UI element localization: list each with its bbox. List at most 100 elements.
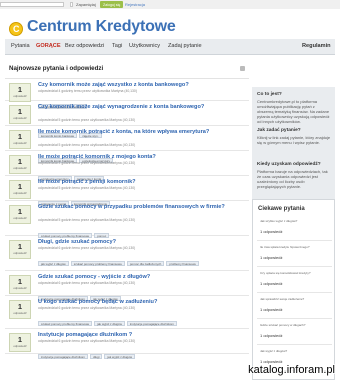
site-title[interactable]: Centrum Kredytowe [27,18,176,36]
answer-count-label: odpowiedź [13,191,27,195]
question-meta: odpowiedział 6 godzin temu przez użytkow… [38,281,136,285]
answer-count-label: odpowiedź [13,286,27,290]
question-meta: odpowiedział 6 godzin temu przez użytkow… [38,246,136,250]
nav-item-uzytkownicy[interactable]: Użytkownicy [129,43,160,49]
popular-question-item[interactable]: Ile trwa spłata kredytu hipotecznego? 1 o… [257,243,332,267]
question-title-link[interactable]: Ile może potrącić z pensji komornik? [38,179,243,186]
nav-item-regulamin[interactable]: Regulamin [302,43,331,49]
sidebar: Co to jest? Centrumkredytowe.pl to platf… [252,87,335,380]
popular-question-item[interactable]: Jak szybko wyjść z długów? 1 odpowiedź [257,217,332,241]
popular-answer-count: 1 odpowiedź [260,281,283,286]
popular-question-link[interactable]: Czy opłaca się konsolidować kredyty? [260,271,311,275]
popular-answer-count: 1 odpowiedź [260,229,283,234]
question-row: 1 odpowiedź Czy komornik może zająć wynagr… [5,101,249,138]
tag[interactable]: jak wyjść z długów [38,261,69,266]
popular-question-link[interactable]: Jak wyjść z długów? [260,349,287,353]
popular-question-item[interactable]: Czy opłaca się konsolidować kredyty? 1 od… [257,269,332,293]
page-title: Najnowsze pytania i odpowiedzi [9,65,104,72]
popular-question-link[interactable]: Jak sprawdzić swoje zadłużenie? [260,297,304,301]
question-meta: odpowiedział 5 godzin temu przez użytkow… [38,118,136,122]
tag[interactable]: szukać pomocy problemy finansowe [38,321,93,326]
question-title-link[interactable]: Gdzie szukać pomocy w przypadku problemó… [38,204,243,211]
answer-count: 1 [17,107,23,116]
answer-count-label: odpowiedź [13,141,27,145]
popular-questions-box: Ciekawe pytania Jak szybko wyjść z długó… [252,199,335,380]
question-title-link[interactable]: Gdzie szukać pomocy - wyjście z długów? [38,274,243,281]
question-row: 1 odpowiedź Gdzie szukać pomocy w przypadk… [5,201,249,238]
answer-count-badge: 1 odpowiedź [9,130,31,149]
tag[interactable]: szukać pomocy problemy finansowe [70,261,125,266]
tag[interactable]: instytucje pomagające dłużnikom [38,354,89,359]
question-title-link[interactable]: Instytucje pomagające dłużnikom ? [38,332,243,339]
watermark: katalog.inforam.pl [248,364,335,376]
popular-question-link[interactable]: Gdzie szukać pomocy w długach? [260,323,305,327]
nav-item-gorace[interactable]: GORĄCE [36,43,61,49]
question-title-link[interactable]: Ile może potrącić komornik z mojego kont… [38,154,243,161]
question-meta: odpowiedział 4 godziny temu przez użytko… [38,89,137,93]
answer-count: 1 [17,157,23,166]
main-nav: Pytania GORĄCE Bez odpowiedzi Tagi Użytk… [5,39,335,55]
answer-count-badge: 1 odpowiedź [9,155,31,174]
answer-count: 1 [17,85,23,94]
nav-item-zadaj-pytanie[interactable]: Zadaj pytanie [168,43,202,49]
answer-count-badge: 1 odpowiedź [9,83,31,102]
tag[interactable]: jak wyjść z długów [104,354,136,359]
password-input[interactable] [0,2,64,7]
popular-answer-count: 1 odpowiedź [260,255,283,260]
answer-count-badge: 1 odpowiedź [9,333,31,352]
answer-count-badge: 1 odpowiedź [9,180,31,199]
popular-question-item[interactable]: Gdzie szukać pomocy w długach? 1 odpowied… [257,321,332,345]
question-title-link[interactable]: Długi, gdzie szukać pomocy? [38,239,243,246]
sidebar-text-when: Platforma bazuje na odpowiedziach, tak ż… [257,169,328,190]
answer-count-badge: 1 odpowiedź [9,240,31,259]
register-link[interactable]: Rejestracja [125,2,145,7]
popular-answer-count: 1 odpowiedź [260,333,283,338]
nav-item-tagi[interactable]: Tagi [112,43,122,49]
logo-icon[interactable]: C [9,22,23,36]
top-login-bar: Zapamiętaj Zaloguj się Rejestracja [0,0,340,9]
tag-list: szukać pomocy problemy finansowe jak wyjś… [38,312,179,326]
login-button[interactable]: Zaloguj się [100,1,124,8]
main-content: Najnowsze pytania i odpowiedzi 1 odpowied… [5,56,249,380]
answer-count: 1 [17,335,23,344]
sidebar-text-about: Centrumkredytowe.pl to platforma umożliw… [257,99,330,125]
popular-questions-title: Ciekawe pytania [258,206,305,212]
answer-count-label: odpowiedź [13,251,27,255]
tag[interactable]: instytucje pomagające dłużnikom [126,321,177,326]
answer-count: 1 [17,132,23,141]
question-row: 1 odpowiedź Czy komornik może zająć wszyst… [5,79,249,109]
sidebar-heading-when: Kiedy uzyskam odpowiedź? [257,162,321,167]
nav-item-bez-odpowiedzi[interactable]: Bez odpowiedzi [65,43,104,49]
answer-count: 1 [17,207,23,216]
tag[interactable]: długi [90,354,103,359]
popular-question-link[interactable]: Jak szybko wyjść z długów? [260,219,297,223]
answer-count: 1 [17,302,23,311]
answer-count: 1 [17,182,23,191]
popular-question-link[interactable]: Ile trwa spłata kredytu hipotecznego? [260,245,310,249]
question-title-link[interactable]: Czy komornik może zająć wynagrodzenie z … [38,104,243,111]
tag[interactable]: pomoc dla zadłużonych [126,261,165,266]
answer-count-label: odpowiedź [13,311,27,315]
rss-icon[interactable] [240,66,245,71]
popular-question-item[interactable]: Jak sprawdzić swoje zadłużenie? 1 odpowie… [257,295,332,319]
question-title-link[interactable]: Czy komornik może zająć wszystko z konta… [38,82,243,89]
tag-list: instytucje pomagające dłużnikom długi jak … [38,345,137,359]
question-row: 1 odpowiedź U kogo szukać pomocy będąc w z… [5,296,249,329]
tag-list: komornik zajęcie konta bankowe [38,95,89,109]
remember-checkbox[interactable] [70,2,73,7]
question-meta: odpowiedział 6 godzin temu przez użytkow… [38,339,136,343]
tag-list: potrącenie z pensji komornik wynagrodzeni… [38,192,112,206]
answer-count-badge: 1 odpowiedź [9,205,31,224]
remember-label: Zapamiętaj [76,2,96,7]
tag[interactable]: problemy finansowe [166,261,199,266]
tag-list: jak wyjść z długów szukać pomocy problemy… [38,252,201,266]
question-list: 1 odpowiedź Czy komornik może zająć wszyst… [5,78,249,359]
answer-count: 1 [17,242,23,251]
answer-count: 1 [17,277,23,286]
question-title-link[interactable]: U kogo szukać pomocy będąc w zadłużeniu? [38,299,243,306]
question-title-link[interactable]: Ile może komornik potrącić z konta, na k… [38,129,243,136]
tag[interactable]: jak wyjść z długów [94,321,125,326]
nav-item-pytania[interactable]: Pytania [11,43,30,49]
question-meta: odpowiedział 5 godzin temu przez użytkow… [38,143,136,147]
sidebar-heading-how: Jak zadać pytanie? [257,128,301,133]
